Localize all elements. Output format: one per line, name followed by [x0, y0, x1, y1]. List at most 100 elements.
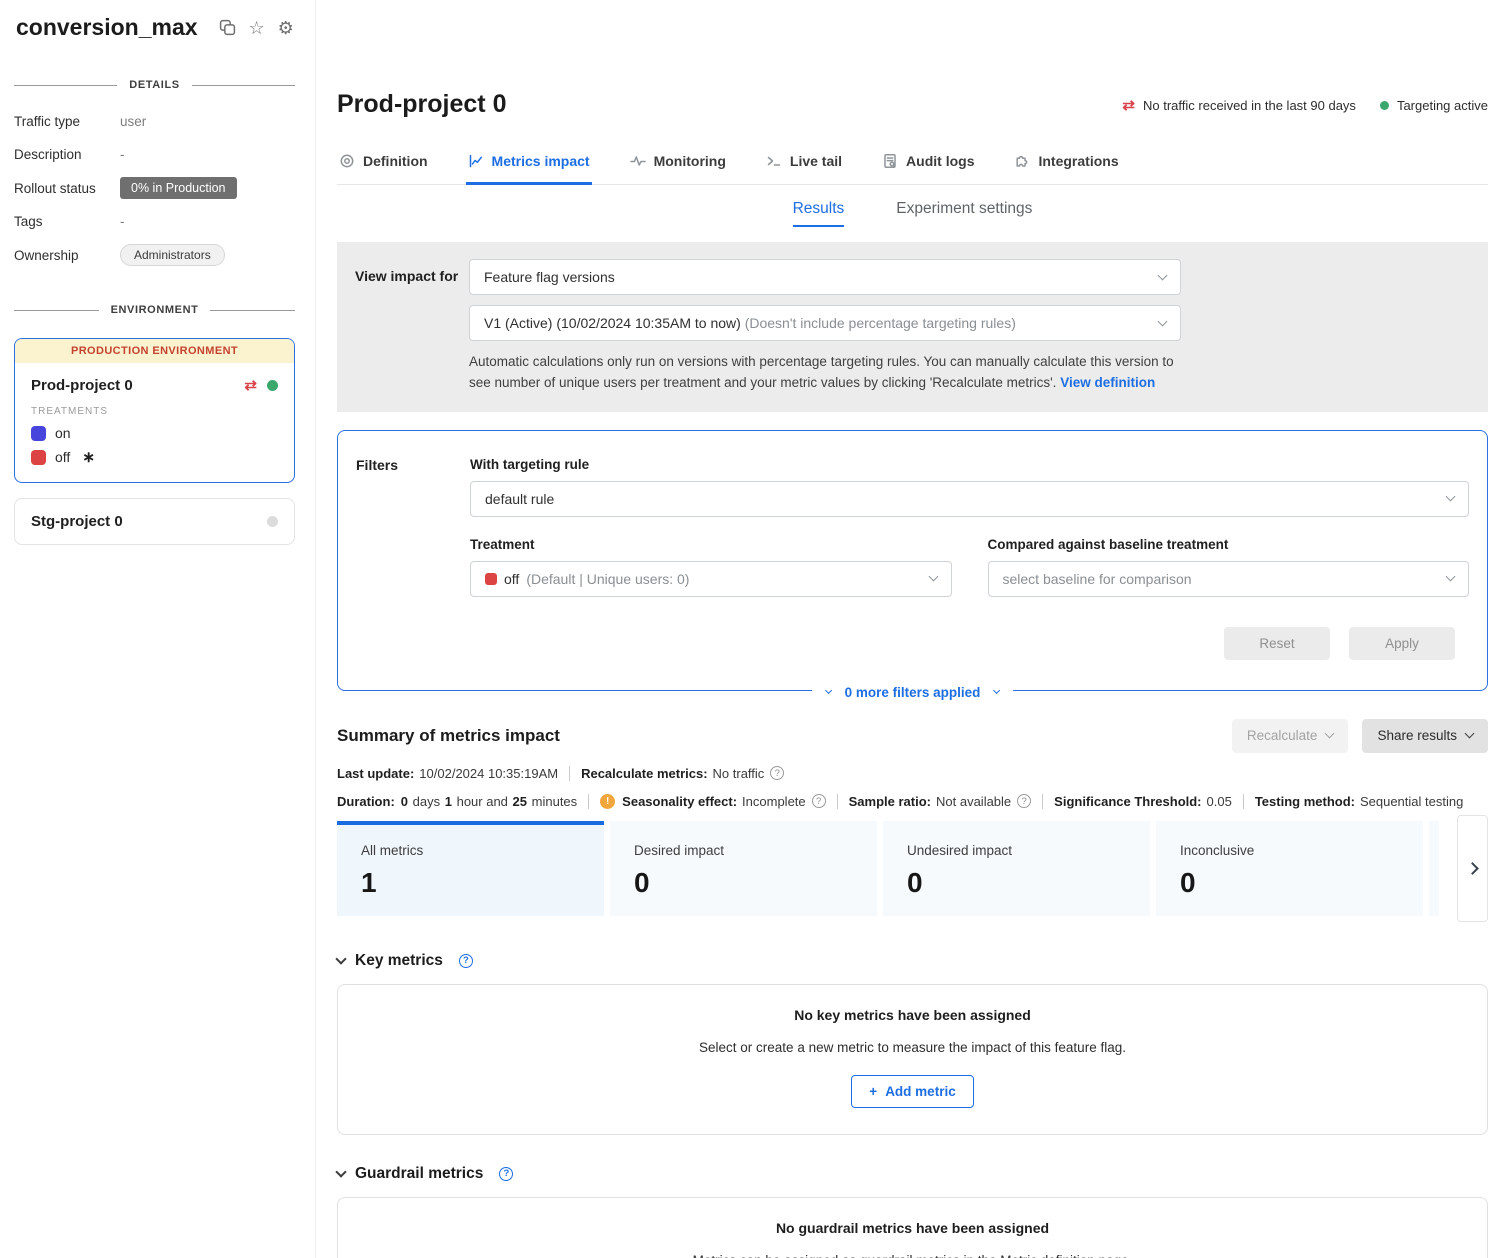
tab-label: Definition	[363, 153, 428, 169]
separator	[1243, 794, 1244, 809]
significance-label: Significance Threshold:	[1054, 794, 1201, 809]
summary-card-label: Undesired impact	[907, 843, 1150, 858]
guardrail-empty-title: No guardrail metrics have been assigned	[358, 1220, 1467, 1236]
detail-label: Traffic type	[14, 114, 120, 129]
environment-heading: ENVIRONMENT	[111, 304, 199, 316]
apply-button[interactable]: Apply	[1349, 627, 1455, 660]
targeting-rule-select[interactable]: default rule	[470, 481, 1469, 517]
ownership-pill[interactable]: Administrators	[120, 244, 225, 266]
summary-card-inconclusive[interactable]: Inconclusive 0	[1156, 821, 1423, 916]
pulse-icon	[630, 153, 646, 169]
no-traffic-text: No traffic received in the last 90 days	[1143, 98, 1356, 113]
separator	[569, 766, 570, 781]
baseline-label: Compared against baseline treatment	[988, 537, 1470, 552]
recalc-metrics-label: Recalculate metrics:	[581, 766, 707, 781]
separator	[1042, 794, 1043, 809]
tab-label: Audit logs	[906, 153, 974, 169]
summary-card-value: 0	[634, 867, 877, 899]
summary-card-all-metrics[interactable]: All metrics 1	[337, 821, 604, 916]
duration-days-num: 0	[401, 794, 408, 809]
duration-minutes-unit: minutes	[532, 794, 578, 809]
environment-header: Prod-project 0 ⇄ No traffic received in …	[337, 90, 1488, 119]
subtab-results[interactable]: Results	[793, 200, 845, 227]
no-traffic-icon: ⇄	[1122, 96, 1135, 114]
traffic-swap-icon: ⇄	[244, 376, 257, 394]
sample-ratio-value: Not available	[936, 794, 1011, 809]
treatment-select[interactable]: off (Default | Unique users: 0)	[470, 561, 952, 597]
summary-info-line-1: Last update: 10/02/2024 10:35:19AM Recal…	[337, 766, 1488, 781]
summary-card-value: 0	[907, 867, 1150, 899]
chevron-right-icon	[1466, 862, 1479, 875]
sidebar: conversion_max ☆ ⚙ DETAILS Traffic type …	[0, 0, 316, 1258]
key-metrics-header: Key metrics ?	[337, 952, 1488, 970]
collapse-chevron-icon[interactable]	[335, 953, 346, 964]
chevron-down-icon	[1465, 729, 1475, 739]
recalculate-button[interactable]: Recalculate	[1232, 719, 1349, 753]
star-icon[interactable]: ☆	[249, 19, 265, 37]
summary-card-value: 0	[1180, 867, 1423, 899]
detail-value: -	[120, 214, 125, 229]
help-circle-icon[interactable]: ?	[770, 766, 784, 780]
treatment-off-label: off	[55, 449, 70, 465]
targeting-rule-value: default rule	[485, 491, 554, 507]
duration-minutes-num: 25	[513, 794, 527, 809]
gear-icon[interactable]: ⚙	[278, 19, 294, 37]
tab-audit-logs[interactable]: Audit logs	[880, 145, 976, 185]
summary-card-value: 1	[361, 867, 604, 899]
share-results-button[interactable]: Share results	[1362, 719, 1488, 753]
version-value: V1 (Active) (10/02/2024 10:35AM to now)	[484, 315, 741, 331]
more-filters-toggle[interactable]: 0 more filters applied	[812, 685, 1014, 700]
tab-metrics-impact[interactable]: Metrics impact	[466, 145, 592, 185]
treatment-label: Treatment	[470, 537, 952, 552]
tab-integrations[interactable]: Integrations	[1012, 145, 1120, 185]
seasonality-label: Seasonality effect:	[622, 794, 737, 809]
filters-card: Filters With targeting rule default rule…	[337, 430, 1488, 691]
impact-type-select[interactable]: Feature flag versions	[469, 259, 1181, 295]
baseline-select[interactable]: select baseline for comparison	[988, 561, 1470, 597]
tab-bar: Definition Metrics impact Monitoring Liv…	[337, 145, 1488, 185]
chevron-down-icon	[1158, 316, 1168, 326]
flag-header: conversion_max ☆ ⚙	[14, 14, 295, 41]
audit-log-icon	[882, 153, 898, 169]
duration-days-unit: days	[413, 794, 440, 809]
version-select[interactable]: V1 (Active) (10/02/2024 10:35AM to now) …	[469, 305, 1181, 341]
copy-icon[interactable]	[219, 19, 236, 36]
help-circle-icon[interactable]: ?	[499, 1167, 513, 1181]
help-circle-icon[interactable]: ?	[1017, 794, 1031, 808]
summary-card-undesired-impact[interactable]: Undesired impact 0	[883, 821, 1150, 916]
cards-next-button[interactable]	[1457, 815, 1488, 922]
separator	[588, 794, 589, 809]
duration-value: 0 days 1 hour and 25 minutes	[400, 794, 577, 809]
tab-definition[interactable]: Definition	[337, 145, 430, 185]
treatment-note: (Default | Unique users: 0)	[526, 571, 689, 587]
staging-environment-card[interactable]: Stg-project 0	[14, 498, 295, 545]
treatment-value: off	[504, 571, 519, 587]
environment-active-dot	[267, 380, 278, 391]
add-metric-button[interactable]: + Add metric	[851, 1075, 973, 1108]
subtab-experiment-settings[interactable]: Experiment settings	[896, 200, 1032, 227]
production-environment-card[interactable]: PRODUCTION ENVIRONMENT Prod-project 0 ⇄ …	[14, 338, 295, 483]
tab-label: Metrics impact	[492, 153, 590, 169]
reset-button[interactable]: Reset	[1224, 627, 1330, 660]
separator	[837, 794, 838, 809]
chevron-down-icon	[1446, 572, 1456, 582]
summary-title: Summary of metrics impact	[337, 726, 1232, 746]
view-definition-link[interactable]: View definition	[1060, 375, 1155, 390]
key-metrics-empty-title: No key metrics have been assigned	[358, 1007, 1467, 1023]
tab-monitoring[interactable]: Monitoring	[628, 145, 728, 185]
production-environment-banner: PRODUCTION ENVIRONMENT	[15, 339, 294, 363]
help-circle-icon[interactable]: ?	[812, 794, 826, 808]
duration-hours-num: 1	[445, 794, 452, 809]
summary-header: Summary of metrics impact Recalculate Sh…	[337, 719, 1488, 753]
detail-row-tags: Tags -	[14, 211, 295, 232]
flag-title: conversion_max	[16, 14, 198, 41]
collapse-chevron-icon[interactable]	[335, 1166, 346, 1177]
treatment-on-swatch	[31, 426, 46, 441]
tab-live-tail[interactable]: Live tail	[764, 145, 844, 185]
treatments-heading: TREATMENTS	[31, 406, 278, 417]
summary-card-desired-impact[interactable]: Desired impact 0	[610, 821, 877, 916]
help-circle-icon[interactable]: ?	[459, 954, 473, 968]
chevron-down-icon	[1325, 729, 1335, 739]
guardrail-metrics-empty-card: No guardrail metrics have been assigned …	[337, 1197, 1488, 1258]
warning-icon: !	[600, 794, 615, 809]
